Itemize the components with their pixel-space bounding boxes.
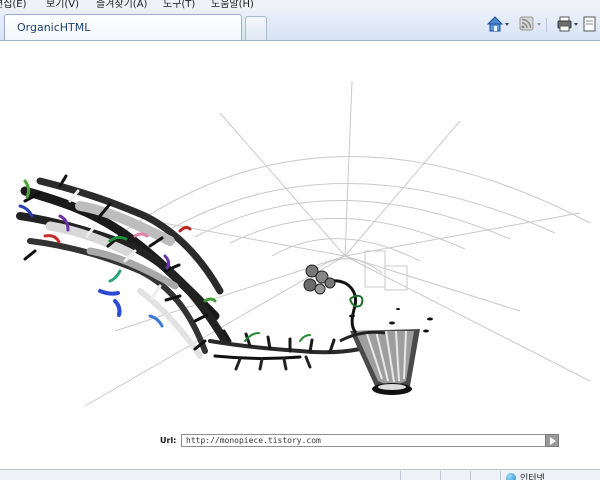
flower-stem [303, 264, 364, 334]
web-content: Url: [0, 41, 600, 469]
page-icon [583, 16, 596, 32]
organic-artwork [16, 80, 591, 407]
printer-icon [557, 16, 578, 32]
spiderweb-background [84, 80, 591, 407]
new-tab-button[interactable] [245, 16, 267, 40]
url-input[interactable] [181, 434, 546, 447]
home-icon [486, 16, 509, 32]
vase-illustration [339, 329, 420, 395]
home-button[interactable] [486, 14, 510, 34]
url-label: Url: [160, 436, 177, 445]
menu-tools[interactable]: 도구(T) [163, 0, 195, 10]
menu-view[interactable]: 보기(V) [46, 0, 79, 10]
print-button[interactable] [556, 14, 580, 34]
page-button[interactable] [582, 14, 600, 34]
toolbar-separator [546, 18, 547, 32]
feeds-button[interactable] [518, 14, 542, 34]
tab-organichtml[interactable]: OrganicHTML [4, 14, 242, 40]
tab-title: OrganicHTML [17, 21, 91, 34]
rss-feed-icon [519, 16, 541, 31]
status-bar: 인터넷 [0, 469, 600, 480]
menu-edit[interactable]: 편집(E) [0, 0, 27, 10]
insect-marks [349, 308, 433, 333]
tab-bar: OrganicHTML [0, 10, 600, 41]
menu-favorites[interactable]: 즐겨찾기(A) [96, 0, 147, 10]
go-button[interactable] [545, 434, 559, 447]
trailing-vine [208, 329, 362, 371]
menu-help[interactable]: 도움말(H) [211, 0, 254, 10]
